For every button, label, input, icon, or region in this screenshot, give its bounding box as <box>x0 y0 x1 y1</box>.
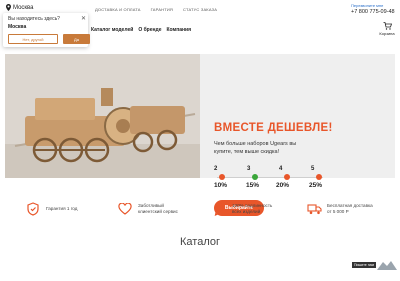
tier-discount: 25% <box>309 182 323 189</box>
popup-yes-button[interactable]: Да <box>63 34 90 44</box>
banner-subtitle: Чем больше наборов Ugears вы купите, тем… <box>214 141 297 155</box>
nav-delivery[interactable]: ДОСТАВКА И ОПЛАТА <box>95 7 141 12</box>
chat-widget-icon[interactable] <box>377 260 397 270</box>
city-label: Москва <box>13 4 34 11</box>
feature-delivery: Бесплатная доставка от 5 000 Р <box>305 200 373 218</box>
tier-discount: 10% <box>214 182 228 189</box>
feature-authenticity: 100% подлинность всех изделий <box>210 200 280 218</box>
shield-icon <box>24 200 42 218</box>
feature-text: 100% подлинность всех изделий <box>232 203 273 214</box>
heart-icon <box>116 200 134 218</box>
tier-marker <box>252 174 258 180</box>
promo-banner[interactable]: ВМЕСТЕ ДЕШЕВЛЕ! Чем больше наборов Ugear… <box>5 54 395 216</box>
popup-question: Вы находитесь здесь? <box>8 16 60 22</box>
tier-discount: 20% <box>276 182 290 189</box>
tiers-line <box>217 177 323 178</box>
main-nav: Каталог моделей О бренде Компания <box>91 27 191 33</box>
nav-brand[interactable]: О бренде <box>138 27 161 33</box>
location-pin-icon <box>6 4 11 11</box>
tier-discount: 15% <box>246 182 260 189</box>
chat-chip[interactable]: Пишите нам <box>352 262 377 268</box>
nav-warranty[interactable]: ГАРАНТИЯ <box>151 7 173 12</box>
callback-link[interactable]: Перезвоните мне <box>351 3 383 8</box>
popup-no-button[interactable]: Нет, другой <box>8 34 58 44</box>
nav-catalog[interactable]: Каталог моделей <box>91 27 133 33</box>
banner-headline: ВМЕСТЕ ДЕШЕВЛЕ! <box>214 122 333 134</box>
popup-city: Москва <box>8 24 27 30</box>
truck-icon <box>305 200 323 218</box>
nav-order-status[interactable]: СТАТУС ЗАКАЗА <box>183 7 217 12</box>
tier-count: 2 <box>214 166 218 172</box>
tier-count: 3 <box>247 166 251 172</box>
city-confirm-popup: Вы находитесь здесь? Москва ✕ Нет, друго… <box>3 13 90 47</box>
tier-count: 5 <box>311 166 315 172</box>
tier-marker <box>284 174 290 180</box>
discount-tiers: 2 10% 3 15% 4 20% 5 25% <box>214 166 334 192</box>
cart-label: Корзина <box>379 31 395 36</box>
tier-count: 4 <box>279 166 283 172</box>
locomotive-image <box>5 54 200 178</box>
feature-warranty: Гарантия 1 год <box>24 200 77 218</box>
feature-service: Заботливый клиентский сервис <box>116 200 184 218</box>
catalog-heading: Каталог <box>180 236 220 248</box>
tier-marker <box>316 174 322 180</box>
phone-number[interactable]: +7 800 775-09-48 <box>351 9 395 15</box>
city-selector[interactable]: Москва <box>6 4 33 11</box>
close-icon[interactable]: ✕ <box>81 15 86 22</box>
feature-text: Бесплатная доставка от 5 000 Р <box>327 203 373 214</box>
tier-marker <box>219 174 225 180</box>
medal-icon <box>210 200 228 218</box>
cart-button[interactable]: Корзина <box>377 22 397 36</box>
feature-text: Гарантия 1 год <box>46 206 78 211</box>
top-nav: ДОСТАВКА И ОПЛАТА ГАРАНТИЯ СТАТУС ЗАКАЗА <box>95 7 217 12</box>
cart-icon <box>383 22 392 30</box>
feature-text: Заботливый клиентский сервис <box>138 203 178 214</box>
nav-company[interactable]: Компания <box>167 27 192 33</box>
